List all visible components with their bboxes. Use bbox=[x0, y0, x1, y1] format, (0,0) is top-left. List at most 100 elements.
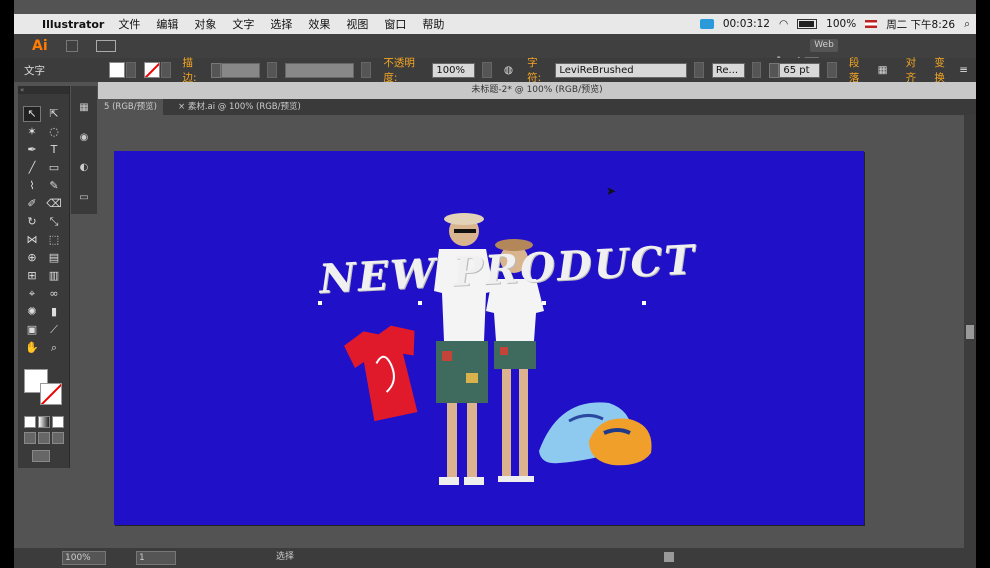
font-size-dropdown[interactable] bbox=[826, 62, 837, 78]
free-transform-tool-icon[interactable]: ⬚ bbox=[45, 232, 63, 248]
menu-select[interactable]: 选择 bbox=[270, 16, 292, 32]
rectangle-tool-icon[interactable]: ▭ bbox=[45, 160, 63, 176]
menu-help[interactable]: 帮助 bbox=[422, 16, 444, 32]
opacity-field[interactable]: 100% bbox=[432, 62, 475, 78]
variable-width-dropdown[interactable] bbox=[361, 62, 372, 78]
panel-menu-icon[interactable]: ≡ bbox=[959, 64, 968, 76]
stroke-weight-field[interactable] bbox=[220, 62, 261, 78]
battery-percent: 100% bbox=[826, 18, 857, 30]
menu-file[interactable]: 文件 bbox=[118, 16, 140, 32]
fill-dropdown[interactable] bbox=[125, 62, 136, 78]
rotate-tool-icon[interactable]: ↻ bbox=[23, 214, 41, 230]
tools-panel-header[interactable]: « bbox=[18, 86, 69, 94]
vertical-scrollbar[interactable] bbox=[964, 115, 976, 548]
menu-type[interactable]: 文字 bbox=[232, 16, 254, 32]
gradient-mode-icon[interactable] bbox=[38, 416, 50, 428]
line-tool-icon[interactable]: ╱ bbox=[23, 160, 41, 176]
type-tool-icon[interactable]: T bbox=[45, 142, 63, 158]
zoom-tool-icon[interactable]: ⌕ bbox=[45, 340, 63, 356]
align-label[interactable]: 对齐 bbox=[906, 55, 927, 85]
opacity-label[interactable]: 不透明度: bbox=[383, 55, 428, 85]
menu-object[interactable]: 对象 bbox=[194, 16, 216, 32]
font-size-spinner[interactable] bbox=[769, 62, 780, 78]
width-tool-icon[interactable]: ⋈ bbox=[23, 232, 41, 248]
menu-effect[interactable]: 效果 bbox=[308, 16, 330, 32]
zoom-field[interactable]: 100% bbox=[62, 551, 106, 565]
stroke-weight-dropdown[interactable] bbox=[267, 62, 278, 78]
artboard[interactable]: NEW PRODUCT bbox=[114, 151, 864, 525]
scale-tool-icon[interactable]: ⤡ bbox=[45, 214, 63, 230]
app-menu[interactable]: Illustrator bbox=[42, 18, 104, 31]
control-bar: 文字 描边: 不透明度: 100% ◍ 字符: LeviReBrushed Re… bbox=[14, 55, 976, 85]
draw-inside-icon[interactable] bbox=[52, 432, 64, 444]
appearance-panel-icon[interactable]: ◉ bbox=[78, 132, 90, 144]
fill-swatch[interactable] bbox=[109, 62, 125, 78]
wifi-icon[interactable]: ◠ bbox=[779, 18, 788, 30]
screen-mode-icon[interactable] bbox=[32, 450, 50, 462]
eraser-tool-icon[interactable]: ⌫ bbox=[45, 196, 63, 212]
pencil-tool-icon[interactable]: ✎ bbox=[45, 178, 63, 194]
status-area: 00:03:12 ◠ 100% 周二 下午8:26 ⌕ bbox=[699, 14, 970, 34]
font-size-field[interactable]: 65 pt bbox=[779, 62, 820, 78]
color-mode-icon[interactable] bbox=[24, 416, 36, 428]
symbol-sprayer-tool-icon[interactable]: ✺ bbox=[23, 304, 41, 320]
ai-logo: Ai bbox=[32, 38, 48, 54]
none-mode-icon[interactable] bbox=[52, 416, 64, 428]
arrange-documents-icon[interactable] bbox=[95, 40, 116, 52]
mesh-tool-icon[interactable]: ⊞ bbox=[23, 268, 41, 284]
menu-edit[interactable]: 编辑 bbox=[156, 16, 178, 32]
screen-record-icon[interactable] bbox=[699, 19, 714, 29]
font-style-field[interactable]: Re... bbox=[711, 62, 745, 78]
artboard-navigation-field[interactable]: 1 bbox=[136, 551, 176, 565]
battery-icon[interactable] bbox=[797, 19, 818, 29]
stroke-color-swatch[interactable] bbox=[40, 383, 62, 405]
pen-tool-icon[interactable]: ✒ bbox=[23, 142, 41, 158]
color-panel-icon[interactable]: ◐ bbox=[78, 162, 90, 174]
draw-behind-icon[interactable] bbox=[38, 432, 50, 444]
gradient-panel-icon[interactable]: ▭ bbox=[78, 192, 90, 204]
shape-builder-tool-icon[interactable]: ⊕ bbox=[23, 250, 41, 266]
vertical-scroll-thumb[interactable] bbox=[966, 325, 974, 339]
transform-label[interactable]: 变换 bbox=[934, 55, 955, 85]
gradient-tool-icon[interactable]: ▥ bbox=[45, 268, 63, 284]
current-tool-status[interactable]: 选择 bbox=[276, 551, 294, 563]
column-graph-tool-icon[interactable]: ▮ bbox=[45, 304, 63, 320]
lasso-tool-icon[interactable]: ◌ bbox=[45, 124, 63, 140]
perspective-grid-tool-icon[interactable]: ▤ bbox=[45, 250, 63, 266]
slice-tool-icon[interactable]: ⟋ bbox=[45, 322, 63, 338]
blob-brush-tool-icon[interactable]: ✐ bbox=[23, 196, 41, 212]
eyedropper-tool-icon[interactable]: ⌖ bbox=[23, 286, 41, 302]
font-style-dropdown[interactable] bbox=[751, 62, 762, 78]
horizontal-scroll-thumb[interactable] bbox=[664, 552, 674, 562]
bridge-icon[interactable] bbox=[65, 40, 78, 52]
magic-wand-tool-icon[interactable]: ✶ bbox=[23, 124, 41, 140]
artboard-tool-icon[interactable]: ▣ bbox=[23, 322, 41, 338]
grid-icon[interactable]: ▦ bbox=[878, 64, 888, 76]
font-family-field[interactable]: LeviReBrushed bbox=[555, 62, 687, 78]
search-icon[interactable]: ⌕ bbox=[964, 18, 970, 31]
font-family-dropdown[interactable] bbox=[693, 62, 704, 78]
paragraph-label[interactable]: 段落 bbox=[849, 55, 870, 85]
stroke-label[interactable]: 描边: bbox=[183, 55, 207, 85]
tab-current-document[interactable]: 5 (RGB/预览) bbox=[98, 99, 163, 115]
layers-panel-icon[interactable]: ▦ bbox=[78, 102, 90, 114]
tab-source-document[interactable]: × 素材.ai @ 100% (RGB/预览) bbox=[172, 99, 307, 115]
opacity-dropdown[interactable] bbox=[482, 62, 492, 78]
stroke-weight-spinner[interactable] bbox=[210, 62, 221, 78]
draw-normal-icon[interactable] bbox=[24, 432, 36, 444]
variable-width-profile[interactable] bbox=[285, 62, 355, 78]
recolor-icon[interactable]: ◍ bbox=[504, 64, 513, 76]
input-flag-icon[interactable] bbox=[865, 20, 878, 28]
character-label[interactable]: 字符: bbox=[527, 55, 551, 85]
selection-tool-icon[interactable]: ↖ bbox=[23, 106, 41, 122]
stroke-dropdown[interactable] bbox=[160, 62, 171, 78]
clock[interactable]: 周二 下午8:26 bbox=[886, 17, 955, 32]
hand-tool-icon[interactable]: ✋ bbox=[23, 340, 41, 356]
blend-tool-icon[interactable]: ∞ bbox=[45, 286, 63, 302]
menu-view[interactable]: 视图 bbox=[346, 16, 368, 32]
direct-selection-tool-icon[interactable]: ⇱ bbox=[45, 106, 63, 122]
stroke-swatch[interactable] bbox=[143, 62, 160, 78]
paintbrush-tool-icon[interactable]: ⌇ bbox=[23, 178, 41, 194]
document-title-bar[interactable]: 未标题-2* @ 100% (RGB/预览) bbox=[98, 82, 976, 99]
menu-window[interactable]: 窗口 bbox=[384, 16, 406, 32]
